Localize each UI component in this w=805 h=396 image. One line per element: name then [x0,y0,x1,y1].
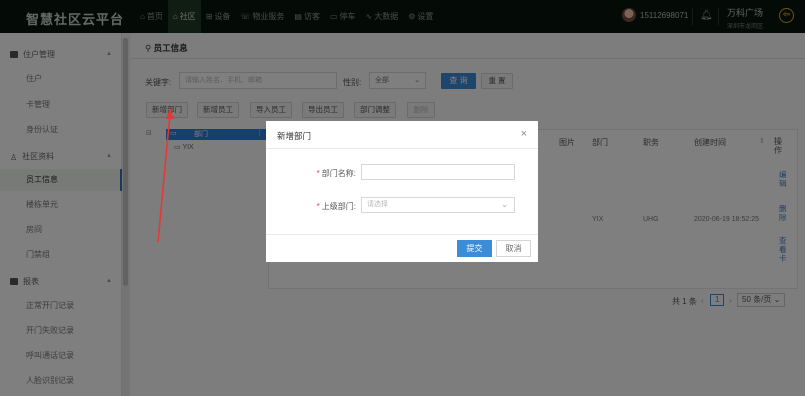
required-mark: * [316,169,320,178]
close-icon[interactable]: × [521,128,527,140]
chevron-down-icon: ⌄ [501,200,508,209]
add-department-dialog: 新增部门 × * 部门名称: * 上级部门: 请选择 ⌄ 提交 取消 [266,121,538,262]
parent-dept-label: * 上级部门: [316,202,356,211]
submit-button[interactable]: 提交 [457,240,492,257]
dialog-title: 新增部门 [277,131,312,141]
dept-name-label: * 部门名称: [316,169,356,178]
divider [266,148,538,149]
divider [266,234,538,235]
required-mark: * [316,202,320,211]
cancel-button[interactable]: 取消 [496,240,531,257]
dept-name-input[interactable] [361,164,515,180]
parent-dept-select[interactable]: 请选择 ⌄ [361,197,515,213]
